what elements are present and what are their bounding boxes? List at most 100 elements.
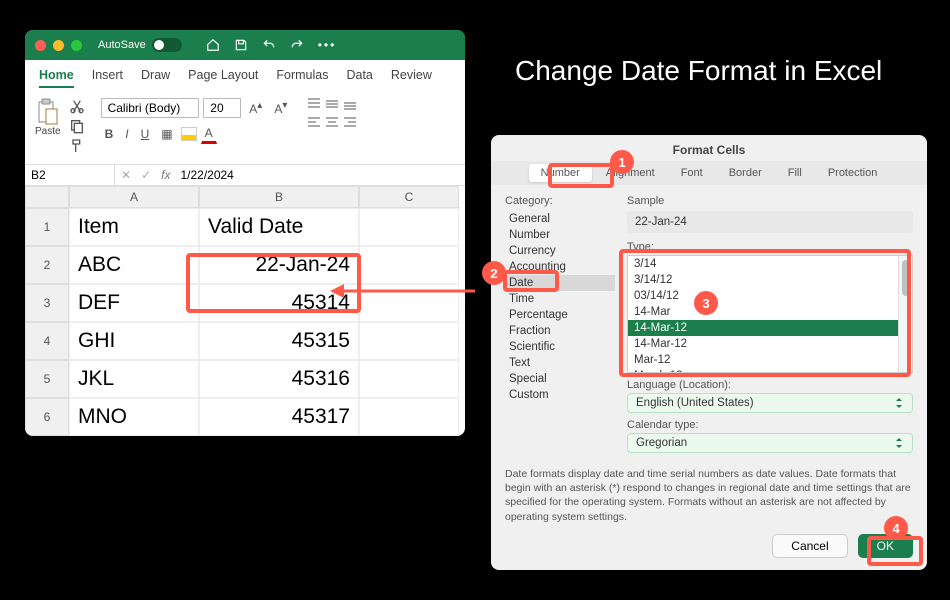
tab-draw[interactable]: Draw (141, 68, 170, 88)
row-header-4[interactable]: 4 (25, 322, 69, 360)
row-header-2[interactable]: 2 (25, 246, 69, 284)
type-option[interactable]: 3/14 (628, 256, 912, 272)
cat-custom[interactable]: Custom (505, 387, 615, 403)
row-header-3[interactable]: 3 (25, 284, 69, 322)
paste-button[interactable]: Paste (35, 98, 61, 154)
cat-currency[interactable]: Currency (505, 243, 615, 259)
ok-button[interactable]: OK (858, 534, 913, 558)
type-option-selected[interactable]: 14-Mar-12 (628, 320, 912, 336)
cat-general[interactable]: General (505, 211, 615, 227)
name-box[interactable]: B2 (25, 165, 115, 185)
cell-a5[interactable]: JKL (69, 360, 199, 398)
bold-button[interactable]: B (101, 125, 118, 143)
cell-a6[interactable]: MNO (69, 398, 199, 436)
align-right-icon[interactable] (343, 116, 357, 128)
zoom-icon[interactable] (71, 40, 82, 51)
align-bottom-icon[interactable] (343, 98, 357, 110)
fx-icon[interactable]: fx (161, 168, 170, 182)
cell-b1[interactable]: Valid Date (199, 208, 359, 246)
confirm-formula-icon[interactable]: ✓ (141, 168, 151, 182)
tab-insert[interactable]: Insert (92, 68, 123, 88)
fill-color-icon[interactable] (181, 127, 197, 141)
row-header-6[interactable]: 6 (25, 398, 69, 436)
cell-c2[interactable] (359, 246, 459, 284)
align-top-icon[interactable] (307, 98, 321, 110)
cell-a4[interactable]: GHI (69, 322, 199, 360)
cat-special[interactable]: Special (505, 371, 615, 387)
cell-a2[interactable]: ABC (69, 246, 199, 284)
decrease-font-icon[interactable]: A▾ (270, 98, 291, 118)
select-all-corner[interactable] (25, 186, 69, 208)
type-option[interactable]: March-12 (628, 368, 912, 373)
autosave-toggle[interactable]: AutoSave (98, 38, 182, 52)
cell-a3[interactable]: DEF (69, 284, 199, 322)
copy-icon[interactable] (69, 118, 85, 134)
col-header-c[interactable]: C (359, 186, 459, 208)
dlg-tab-border[interactable]: Border (717, 164, 774, 182)
align-center-icon[interactable] (325, 116, 339, 128)
formula-input[interactable]: 1/22/2024 (180, 168, 233, 182)
type-option[interactable]: 14-Mar (628, 304, 912, 320)
col-header-b[interactable]: B (199, 186, 359, 208)
dlg-tab-number[interactable]: Number (529, 164, 592, 182)
row-header-5[interactable]: 5 (25, 360, 69, 398)
dlg-tab-fill[interactable]: Fill (776, 164, 814, 182)
cell-c5[interactable] (359, 360, 459, 398)
increase-font-icon[interactable]: A▴ (245, 98, 266, 118)
type-option[interactable]: 03/14/12 (628, 288, 912, 304)
format-painter-icon[interactable] (69, 138, 85, 154)
col-header-a[interactable]: A (69, 186, 199, 208)
scrollbar[interactable] (898, 256, 912, 372)
cancel-button[interactable]: Cancel (772, 534, 847, 558)
more-icon[interactable]: ••• (318, 38, 337, 52)
borders-icon[interactable]: ▦ (157, 125, 176, 143)
tab-home[interactable]: Home (39, 68, 74, 88)
language-select[interactable]: English (United States) (627, 393, 913, 413)
undo-icon[interactable] (262, 38, 276, 52)
tab-page-layout[interactable]: Page Layout (188, 68, 258, 88)
window-controls[interactable] (35, 40, 82, 51)
cat-percentage[interactable]: Percentage (505, 307, 615, 323)
type-option[interactable]: Mar-12 (628, 352, 912, 368)
align-left-icon[interactable] (307, 116, 321, 128)
minimize-icon[interactable] (53, 40, 64, 51)
cat-time[interactable]: Time (505, 291, 615, 307)
font-color-icon[interactable]: A (201, 124, 217, 144)
cell-a1[interactable]: Item (69, 208, 199, 246)
font-name-select[interactable]: Calibri (Body) (101, 98, 200, 118)
cat-date[interactable]: Date (505, 275, 615, 291)
type-option[interactable]: 14-Mar-12 (628, 336, 912, 352)
italic-button[interactable]: I (121, 125, 132, 143)
cancel-formula-icon[interactable]: ✕ (121, 168, 131, 182)
dlg-tab-font[interactable]: Font (669, 164, 715, 182)
align-middle-icon[interactable] (325, 98, 339, 110)
cell-c4[interactable] (359, 322, 459, 360)
redo-icon[interactable] (290, 38, 304, 52)
cell-b4[interactable]: 45315 (199, 322, 359, 360)
cell-c6[interactable] (359, 398, 459, 436)
cat-number[interactable]: Number (505, 227, 615, 243)
cat-accounting[interactable]: Accounting (505, 259, 615, 275)
row-header-1[interactable]: 1 (25, 208, 69, 246)
cat-scientific[interactable]: Scientific (505, 339, 615, 355)
close-icon[interactable] (35, 40, 46, 51)
calendar-select[interactable]: Gregorian (627, 433, 913, 453)
type-list[interactable]: 3/14 3/14/12 03/14/12 14-Mar 14-Mar-12 1… (627, 255, 913, 373)
category-list[interactable]: General Number Currency Accounting Date … (505, 211, 615, 403)
underline-button[interactable]: U (137, 125, 154, 143)
font-size-select[interactable]: 20 (203, 98, 241, 118)
dlg-tab-protection[interactable]: Protection (816, 164, 890, 182)
cell-b6[interactable]: 45317 (199, 398, 359, 436)
toggle-off-icon[interactable] (152, 38, 182, 52)
tab-formulas[interactable]: Formulas (276, 68, 328, 88)
cell-b5[interactable]: 45316 (199, 360, 359, 398)
tab-review[interactable]: Review (391, 68, 432, 88)
cat-fraction[interactable]: Fraction (505, 323, 615, 339)
cell-c1[interactable] (359, 208, 459, 246)
cut-icon[interactable] (69, 98, 85, 114)
tab-data[interactable]: Data (346, 68, 372, 88)
spreadsheet-grid[interactable]: A B C 1 Item Valid Date 2 ABC 22-Jan-24 … (25, 186, 465, 436)
save-icon[interactable] (234, 38, 248, 52)
cat-text[interactable]: Text (505, 355, 615, 371)
cell-b2-selected[interactable]: 22-Jan-24 (199, 246, 359, 284)
